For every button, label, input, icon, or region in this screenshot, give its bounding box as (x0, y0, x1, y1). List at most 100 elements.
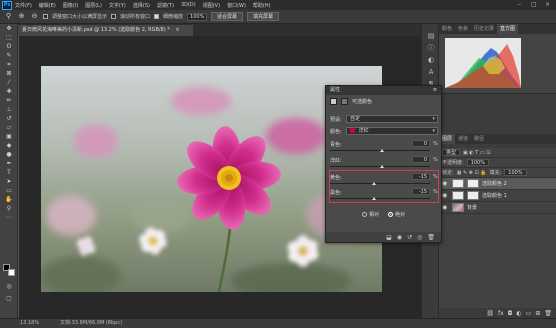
menu-edit[interactable]: 编辑(E) (39, 2, 56, 9)
panel-menu-icon[interactable]: ≡ (433, 86, 437, 95)
properties-title-bar[interactable]: 属性 ≡ (326, 86, 441, 95)
tab-history[interactable]: 历史记录 (471, 24, 497, 34)
magenta-value[interactable]: 0 (412, 156, 430, 163)
marquee-tool-icon[interactable]: ⬚ (0, 33, 18, 42)
black-slider-track[interactable] (330, 198, 430, 199)
layer-name[interactable]: 背景 (467, 204, 477, 211)
layer-style-icon[interactable]: fx (498, 310, 504, 317)
fill-field[interactable]: 100% (504, 169, 527, 176)
preset-select[interactable]: 自定 ▾ (346, 115, 438, 123)
path-select-icon[interactable]: ➤ (0, 177, 18, 186)
tab-paths[interactable]: 路径 (471, 134, 487, 144)
status-zoom[interactable]: 13.18% (20, 319, 39, 328)
eyedropper-tool-icon[interactable]: ⁄ (0, 78, 18, 87)
lock-icons[interactable]: ▦ ✎ ✥ ⊡ 🔒 (457, 170, 487, 176)
screen-mode-icon[interactable]: ▢ (0, 294, 18, 303)
menu-3d[interactable]: 3D(D) (181, 2, 196, 8)
pen-tool-icon[interactable]: ✒ (0, 159, 18, 168)
menu-help[interactable]: 帮助(H) (253, 2, 271, 9)
layer-row[interactable]: ◉ 选取颜色 2 (439, 178, 556, 190)
type-tool-icon[interactable]: T (0, 168, 18, 177)
dodge-tool-icon[interactable]: ● (0, 150, 18, 159)
opacity-field[interactable]: 100% (466, 159, 489, 166)
character-panel-icon[interactable]: A (422, 66, 440, 78)
menu-select[interactable]: 选择(S) (133, 2, 150, 9)
history-panel-icon[interactable]: ▤ (422, 30, 440, 42)
gradient-tool-icon[interactable]: ▣ (0, 132, 18, 141)
visibility-eye-icon[interactable]: ◉ (442, 192, 449, 199)
yellow-slider-track[interactable] (330, 183, 430, 184)
blur-tool-icon[interactable]: ◆ (0, 141, 18, 150)
new-adjustment-icon[interactable]: ◐ (516, 310, 521, 317)
adjustments-panel-icon[interactable]: ◐ (422, 54, 440, 66)
cyan-value[interactable]: 0 (412, 140, 430, 147)
delete-icon[interactable]: 🗑 (427, 234, 435, 241)
fit-window-checkbox[interactable] (43, 14, 48, 19)
frame-tool-icon[interactable]: ⊠ (0, 69, 18, 78)
history-brush-icon[interactable]: ↺ (0, 114, 18, 123)
menu-image[interactable]: 图像(I) (63, 2, 78, 9)
layer-row[interactable]: ◉ 选取颜色 1 (439, 190, 556, 202)
visibility-eye-icon[interactable]: ◉ (442, 204, 449, 211)
maximize-icon[interactable]: □ (531, 1, 537, 8)
visibility-eye-icon[interactable]: ◉ (442, 180, 449, 187)
zoom-out-icon[interactable]: ⊖ (30, 12, 39, 21)
black-slider-thumb[interactable] (372, 197, 376, 200)
clip-to-layer-icon[interactable]: ⬓ (386, 234, 392, 241)
new-group-icon[interactable]: ▭ (526, 310, 532, 317)
tab-channels[interactable]: 通道 (455, 134, 471, 144)
add-mask-icon[interactable]: ◘ (508, 310, 513, 317)
yellow-slider-thumb[interactable] (372, 182, 376, 185)
menu-type[interactable]: 文字(Y) (109, 2, 126, 9)
black-value[interactable]: -15 (412, 188, 430, 195)
layer-name[interactable]: 选取颜色 2 (482, 180, 507, 187)
new-layer-icon[interactable]: ⊞ (535, 310, 540, 317)
background-color-swatch[interactable] (8, 269, 15, 276)
fit-screen-button[interactable]: 适合屏幕 (211, 12, 244, 21)
mask-thumbnail[interactable] (467, 179, 479, 188)
quick-select-tool-icon[interactable]: ✎ (0, 51, 18, 60)
info-panel-icon[interactable]: ⓘ (422, 42, 440, 54)
view-previous-icon[interactable]: ◉ (397, 234, 402, 241)
relative-option[interactable]: 相对 (362, 211, 379, 218)
yellow-value[interactable]: -15 (412, 173, 430, 180)
layer-filter-icons[interactable]: ▣ ◐ T ▭ ⊡ (463, 150, 490, 156)
menu-file[interactable]: 文件(F) (15, 2, 32, 9)
mask-icon[interactable] (341, 97, 348, 105)
toggle-visibility-icon[interactable]: ◎ (417, 234, 422, 241)
minimize-icon[interactable]: – (518, 1, 521, 8)
layer-row[interactable]: ◉ 背景 (439, 202, 556, 214)
mask-thumbnail[interactable] (467, 191, 479, 200)
brush-tool-icon[interactable]: ✏ (0, 96, 18, 105)
fill-screen-button[interactable]: 填充屏幕 (247, 12, 280, 21)
cyan-slider-thumb[interactable] (380, 149, 384, 152)
crop-tool-icon[interactable]: ⌗ (0, 60, 18, 69)
delete-layer-icon[interactable]: 🗑 (544, 310, 552, 317)
link-layers-icon[interactable]: ⛓ (486, 310, 494, 317)
menu-view[interactable]: 视图(V) (203, 2, 220, 9)
close-window-icon[interactable]: × (545, 1, 550, 8)
zoom-in-icon[interactable]: ⊕ (17, 12, 26, 21)
absolute-radio[interactable] (388, 212, 393, 217)
more-tools-icon[interactable]: ⋯ (0, 213, 18, 222)
menu-window[interactable]: 窗口(W) (227, 2, 246, 9)
menu-filter[interactable]: 滤镜(T) (157, 2, 174, 9)
absolute-option[interactable]: 绝对 (388, 211, 405, 218)
tab-histogram[interactable]: 直方图 (497, 24, 519, 34)
reset-icon[interactable]: ↺ (407, 234, 412, 241)
scroll-all-checkbox[interactable] (111, 14, 117, 19)
color-select[interactable]: 洋红 ▾ (346, 127, 438, 135)
zoom-tool-icon[interactable]: ⚲ (0, 204, 18, 213)
move-tool-icon[interactable]: ✥ (0, 24, 18, 33)
relative-radio[interactable] (362, 212, 367, 217)
layer-name[interactable]: 选取颜色 1 (482, 192, 507, 199)
zoom-tool-icon[interactable]: ⚲ (4, 12, 13, 21)
layer-kind-filter[interactable]: 类型 (442, 149, 461, 156)
lasso-tool-icon[interactable]: ʘ (0, 42, 18, 51)
scrubby-zoom-checkbox[interactable] (154, 14, 160, 19)
shape-tool-icon[interactable]: ▭ (0, 186, 18, 195)
menu-layer[interactable]: 图层(L) (85, 2, 102, 9)
tab-color[interactable]: 颜色 (439, 24, 455, 34)
zoom-field[interactable]: 100% (187, 12, 208, 21)
eraser-tool-icon[interactable]: ▱ (0, 123, 18, 132)
